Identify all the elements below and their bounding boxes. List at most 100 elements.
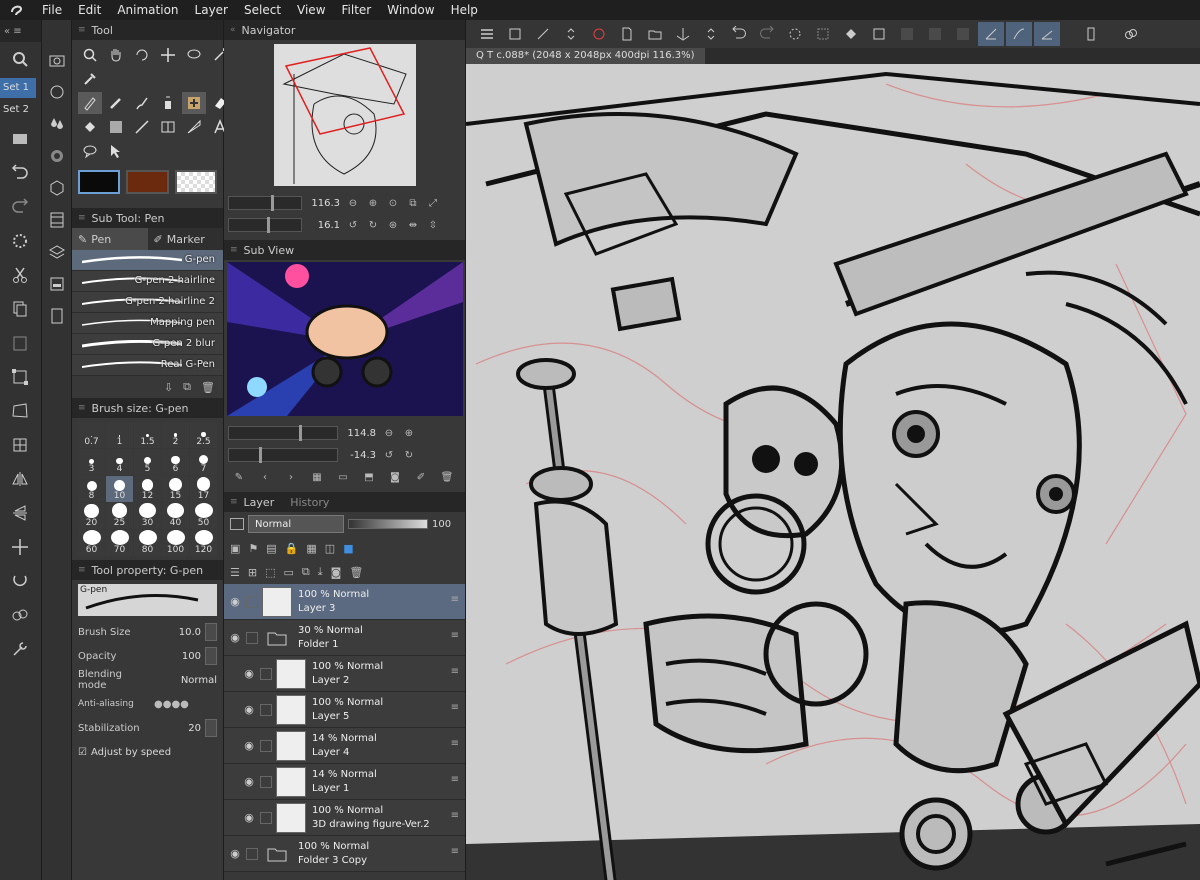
set-2-button[interactable]: Set 2 xyxy=(0,100,36,120)
brush-size-option[interactable]: 12 xyxy=(134,476,161,502)
film-icon[interactable] xyxy=(42,204,72,236)
layer-blend-select[interactable]: Normal xyxy=(248,515,344,533)
layer-menu-icon[interactable]: ≡ xyxy=(451,738,459,749)
edit-icon[interactable]: ✐ xyxy=(414,470,428,484)
flip-horizontal-icon[interactable] xyxy=(0,462,40,496)
antialias-row[interactable]: Anti-aliasing ●●●● xyxy=(78,692,217,716)
fit-icon[interactable]: ⊙ xyxy=(386,196,400,210)
main-color-swatch[interactable] xyxy=(78,170,121,194)
layer-menu-icon[interactable]: ≡ xyxy=(451,666,459,677)
gradient-icon[interactable] xyxy=(104,116,128,138)
mask-add-icon[interactable]: ◙ xyxy=(331,566,342,579)
flip-v-icon[interactable]: ⇳ xyxy=(426,218,440,232)
brush-size-option[interactable]: 70 xyxy=(106,530,133,556)
import-icon[interactable]: ⇩ xyxy=(164,381,173,394)
grid-icon[interactable] xyxy=(0,428,40,462)
navigator-preview[interactable] xyxy=(273,44,416,186)
menu-help[interactable]: Help xyxy=(443,0,486,20)
brush-size-option[interactable]: 20 xyxy=(78,503,105,529)
layer-checkbox[interactable] xyxy=(260,703,272,716)
zoom-in-icon[interactable]: ⊕ xyxy=(366,196,380,210)
layer-type-icon[interactable] xyxy=(230,518,244,530)
subview-zoom-out-icon[interactable]: ⊖ xyxy=(382,426,396,440)
lock-alpha-icon[interactable]: ▦ xyxy=(306,542,316,555)
loading-icon[interactable] xyxy=(0,224,40,258)
layer-checkbox[interactable] xyxy=(246,847,258,860)
layer-menu-icon[interactable]: ≡ xyxy=(451,594,459,605)
companion-icon[interactable] xyxy=(1118,22,1144,46)
visibility-eye-icon[interactable]: ◉ xyxy=(238,667,260,680)
snap-ruler-icon[interactable] xyxy=(978,22,1004,46)
brush-size-option[interactable]: 5 xyxy=(134,449,161,475)
menu-view[interactable]: View xyxy=(289,0,333,20)
camera-icon[interactable] xyxy=(42,44,72,76)
brush-size-option[interactable]: 100 xyxy=(162,530,189,556)
brush-size-option[interactable]: 10 xyxy=(106,476,133,502)
mask-icon[interactable]: ◫ xyxy=(325,542,335,555)
eyedropper-icon[interactable] xyxy=(78,68,102,90)
folder-open-icon[interactable] xyxy=(642,22,668,46)
move-icon[interactable] xyxy=(0,530,40,564)
brush-size-option[interactable]: 120 xyxy=(190,530,217,556)
rotate-right-icon[interactable]: ↻ xyxy=(366,218,380,232)
hexagon-icon[interactable] xyxy=(42,172,72,204)
menu-select[interactable]: Select xyxy=(236,0,289,20)
brush-size-option[interactable]: 1.5 xyxy=(134,422,161,448)
layer-checkbox[interactable] xyxy=(260,739,272,752)
snap-special-icon[interactable] xyxy=(1006,22,1032,46)
open-icon[interactable] xyxy=(530,22,556,46)
menu-animation[interactable]: Animation xyxy=(109,0,186,20)
undo-icon[interactable] xyxy=(0,156,40,190)
fill-bucket-icon[interactable] xyxy=(838,22,864,46)
brush-size-option[interactable]: 60 xyxy=(78,530,105,556)
navigator-zoom-slider[interactable] xyxy=(228,195,302,211)
redo-icon[interactable] xyxy=(0,190,40,224)
zoom-out-icon[interactable]: ⊖ xyxy=(346,196,360,210)
new-icon[interactable] xyxy=(0,122,40,156)
snap-grid-icon[interactable] xyxy=(1034,22,1060,46)
line-icon[interactable] xyxy=(130,116,154,138)
brush-item[interactable]: G-pen xyxy=(72,250,223,271)
delete-layer-icon[interactable]: 🗑 xyxy=(349,566,363,579)
tab-layer[interactable]: Layer xyxy=(244,496,275,509)
visibility-eye-icon[interactable]: ◉ xyxy=(224,595,246,608)
frame-icon[interactable] xyxy=(156,116,180,138)
subview-rotate-left-icon[interactable]: ↺ xyxy=(382,448,396,462)
layer-row[interactable]: ◉ 100 % Normal 3D drawing figure-Ver.2 ≡ xyxy=(224,800,465,836)
layer-checkbox[interactable] xyxy=(260,667,272,680)
brush-size-option[interactable]: 80 xyxy=(134,530,161,556)
duplicate-icon[interactable]: ⧉ xyxy=(183,380,191,394)
layer-checkbox[interactable] xyxy=(260,811,272,824)
adjust-speed-checkbox[interactable]: ☑ xyxy=(78,747,87,758)
prev-icon[interactable]: ‹ xyxy=(258,470,272,484)
settings-icon[interactable] xyxy=(0,632,40,666)
new-raster-icon[interactable]: ⊞ xyxy=(248,566,257,579)
brush-size-option[interactable]: 2 xyxy=(162,422,189,448)
eyedropper-icon[interactable]: ✎ xyxy=(232,470,246,484)
brush-size-option[interactable]: 25 xyxy=(106,503,133,529)
pencil-icon[interactable] xyxy=(104,92,128,114)
crop-icon[interactable] xyxy=(866,22,892,46)
brush-size-option[interactable]: 4 xyxy=(106,449,133,475)
menu-edit[interactable]: Edit xyxy=(70,0,109,20)
brush-item[interactable]: Real G-Pen xyxy=(72,355,223,376)
tab-history[interactable]: History xyxy=(290,496,329,509)
draft-icon[interactable]: ▤ xyxy=(266,542,276,555)
subview-image[interactable] xyxy=(226,262,463,416)
menu-window[interactable]: Window xyxy=(379,0,442,20)
ruler-icon[interactable] xyxy=(182,116,206,138)
brush-size-option[interactable]: 40 xyxy=(162,503,189,529)
brush-size-option[interactable]: 50 xyxy=(190,503,217,529)
brush-size-option[interactable]: 30 xyxy=(134,503,161,529)
set-1-button[interactable]: Set 1 xyxy=(0,78,36,98)
layer-row[interactable]: ◉ 14 % Normal Layer 1 ≡ xyxy=(224,764,465,800)
panel-icon[interactable] xyxy=(42,268,72,300)
brush-size-option[interactable]: 7 xyxy=(190,449,217,475)
new-folder-icon[interactable]: ▭ xyxy=(284,566,294,579)
link-icon[interactable] xyxy=(0,598,40,632)
object-select-icon[interactable] xyxy=(104,140,128,162)
app-logo-icon[interactable] xyxy=(0,0,34,20)
trash-icon[interactable]: 🗑 xyxy=(440,470,454,484)
menu-filter[interactable]: Filter xyxy=(334,0,380,20)
subview-rotate-slider[interactable] xyxy=(228,447,338,463)
